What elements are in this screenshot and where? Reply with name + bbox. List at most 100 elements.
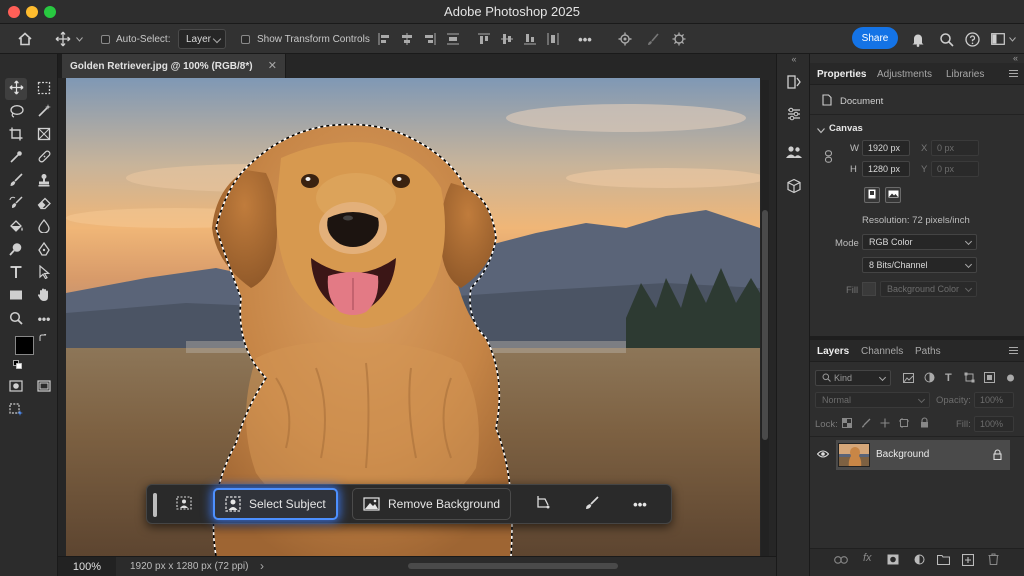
workspace-switcher-button[interactable]	[988, 24, 1018, 54]
tab-libraries[interactable]: Libraries	[946, 63, 984, 85]
notifications-button[interactable]	[908, 24, 928, 54]
vertical-scroll-thumb[interactable]	[762, 210, 768, 440]
3d-panel-button[interactable]	[781, 174, 807, 200]
blend-mode-dropdown[interactable]: Normal	[815, 392, 930, 408]
zoom-tool[interactable]	[5, 308, 27, 330]
quick-mask-button[interactable]	[5, 376, 27, 398]
eraser-tool[interactable]	[33, 193, 55, 215]
show-transform-checkbox[interactable]	[240, 24, 250, 54]
clone-stamp-tool[interactable]	[33, 170, 55, 192]
status-menu-arrow[interactable]: ›	[260, 559, 264, 573]
more-options-button[interactable]: •••	[625, 488, 655, 520]
panel-menu-icon[interactable]	[1009, 70, 1018, 77]
vertical-scrollbar[interactable]	[761, 80, 769, 556]
blur-tool[interactable]	[33, 216, 55, 238]
lock-icon[interactable]	[993, 449, 1002, 463]
type-filter-icon[interactable]: T	[945, 372, 952, 384]
brush-settings-button[interactable]	[644, 24, 662, 54]
lock-artboard-icon[interactable]	[899, 418, 909, 431]
adjustment-filter-icon[interactable]	[924, 372, 935, 386]
align-right-button[interactable]	[422, 24, 438, 54]
fill-color-swatch[interactable]	[862, 282, 876, 296]
layer-effects-icon[interactable]: fx	[863, 552, 872, 564]
align-top-button[interactable]	[476, 24, 492, 54]
home-button[interactable]	[14, 24, 36, 54]
object-selection-tool[interactable]	[33, 101, 55, 123]
history-brush-tool[interactable]	[5, 193, 27, 215]
fill-dropdown[interactable]: Background Color	[880, 281, 977, 297]
opacity-field[interactable]: 100%	[974, 392, 1014, 408]
layer-filter-dropdown[interactable]: Kind	[815, 370, 891, 386]
pen-tool[interactable]	[33, 239, 55, 261]
canvas-y-field[interactable]: 0 px	[931, 161, 979, 177]
select-subject-options-button[interactable]	[169, 488, 199, 520]
close-icon[interactable]: ✕	[268, 59, 277, 72]
chevron-down-icon[interactable]	[817, 125, 825, 137]
search-button[interactable]	[936, 24, 956, 54]
frame-tool[interactable]	[33, 124, 55, 146]
marquee-tool[interactable]	[33, 78, 55, 100]
align-left-button[interactable]	[376, 24, 392, 54]
auto-select-dropdown[interactable]: Layer	[178, 29, 226, 49]
default-colors-icon[interactable]	[13, 360, 22, 372]
edit-toolbar-button[interactable]: •••	[33, 308, 55, 330]
gradient-tool[interactable]	[5, 216, 27, 238]
move-tool[interactable]	[5, 78, 27, 100]
eye-icon[interactable]	[816, 449, 830, 461]
link-icon[interactable]	[824, 150, 833, 166]
zoom-level-field[interactable]: 100%	[58, 557, 116, 576]
move-tool-preset-button[interactable]	[52, 24, 86, 54]
dodge-tool[interactable]	[5, 239, 27, 261]
new-layer-icon[interactable]	[961, 553, 975, 569]
lock-position-icon[interactable]	[880, 418, 890, 431]
type-tool[interactable]	[5, 262, 27, 284]
generative-fill-button[interactable]	[5, 401, 27, 423]
screen-mode-button[interactable]	[33, 376, 55, 398]
tab-layers[interactable]: Layers	[817, 340, 849, 362]
lasso-tool[interactable]	[5, 101, 27, 123]
tab-adjustments[interactable]: Adjustments	[877, 63, 932, 85]
foreground-color-swatch[interactable]	[15, 336, 34, 355]
crop-tool[interactable]	[5, 124, 27, 146]
trash-icon[interactable]	[988, 553, 999, 568]
help-button[interactable]	[962, 24, 982, 54]
rectangle-tool[interactable]	[5, 285, 27, 307]
collapse-dock-button[interactable]: «	[777, 54, 811, 64]
adjustments-panel-button[interactable]	[781, 102, 807, 128]
add-mask-icon[interactable]	[887, 554, 899, 568]
align-middle-button[interactable]	[499, 24, 515, 54]
bit-depth-dropdown[interactable]: 8 Bits/Channel	[862, 257, 977, 273]
tab-channels[interactable]: Channels	[861, 340, 903, 362]
shape-filter-icon[interactable]	[964, 372, 975, 386]
healing-brush-tool[interactable]	[33, 147, 55, 169]
smart-object-filter-icon[interactable]	[984, 372, 995, 386]
transform-selection-button[interactable]	[528, 488, 558, 520]
settings-button[interactable]	[670, 24, 688, 54]
collapse-panels-button[interactable]: «	[1013, 53, 1018, 63]
align-center-button[interactable]	[399, 24, 415, 54]
swap-colors-icon[interactable]	[39, 333, 48, 346]
tab-properties[interactable]: Properties	[817, 63, 866, 85]
color-mode-dropdown[interactable]: RGB Color	[862, 234, 977, 250]
portrait-orientation-button[interactable]	[864, 187, 880, 203]
people-panel-button[interactable]	[781, 140, 807, 166]
layer-row-background[interactable]: Background	[836, 440, 1010, 470]
document-tab[interactable]: Golden Retriever.jpg @ 100% (RGB/8*) ✕	[62, 54, 286, 78]
lock-pixels-icon[interactable]	[861, 418, 871, 431]
3d-mode-button[interactable]	[616, 24, 634, 54]
canvas-x-field[interactable]: 0 px	[931, 140, 979, 156]
history-panel-button[interactable]	[781, 70, 807, 96]
adjustment-layer-icon[interactable]	[914, 554, 925, 568]
share-button[interactable]: Share	[852, 27, 898, 49]
image-filter-icon[interactable]	[903, 373, 914, 386]
link-layers-icon[interactable]	[834, 555, 848, 567]
select-subject-button[interactable]: Select Subject	[213, 488, 338, 520]
landscape-orientation-button[interactable]	[885, 187, 901, 203]
fill-field[interactable]: 100%	[974, 416, 1014, 432]
align-bottom-button[interactable]	[522, 24, 538, 54]
remove-background-button[interactable]: Remove Background	[352, 488, 512, 520]
tab-paths[interactable]: Paths	[915, 340, 941, 362]
more-options-button[interactable]: •••	[574, 24, 596, 54]
canvas-width-field[interactable]: 1920 px	[862, 140, 910, 156]
brush-tool[interactable]	[5, 170, 27, 192]
